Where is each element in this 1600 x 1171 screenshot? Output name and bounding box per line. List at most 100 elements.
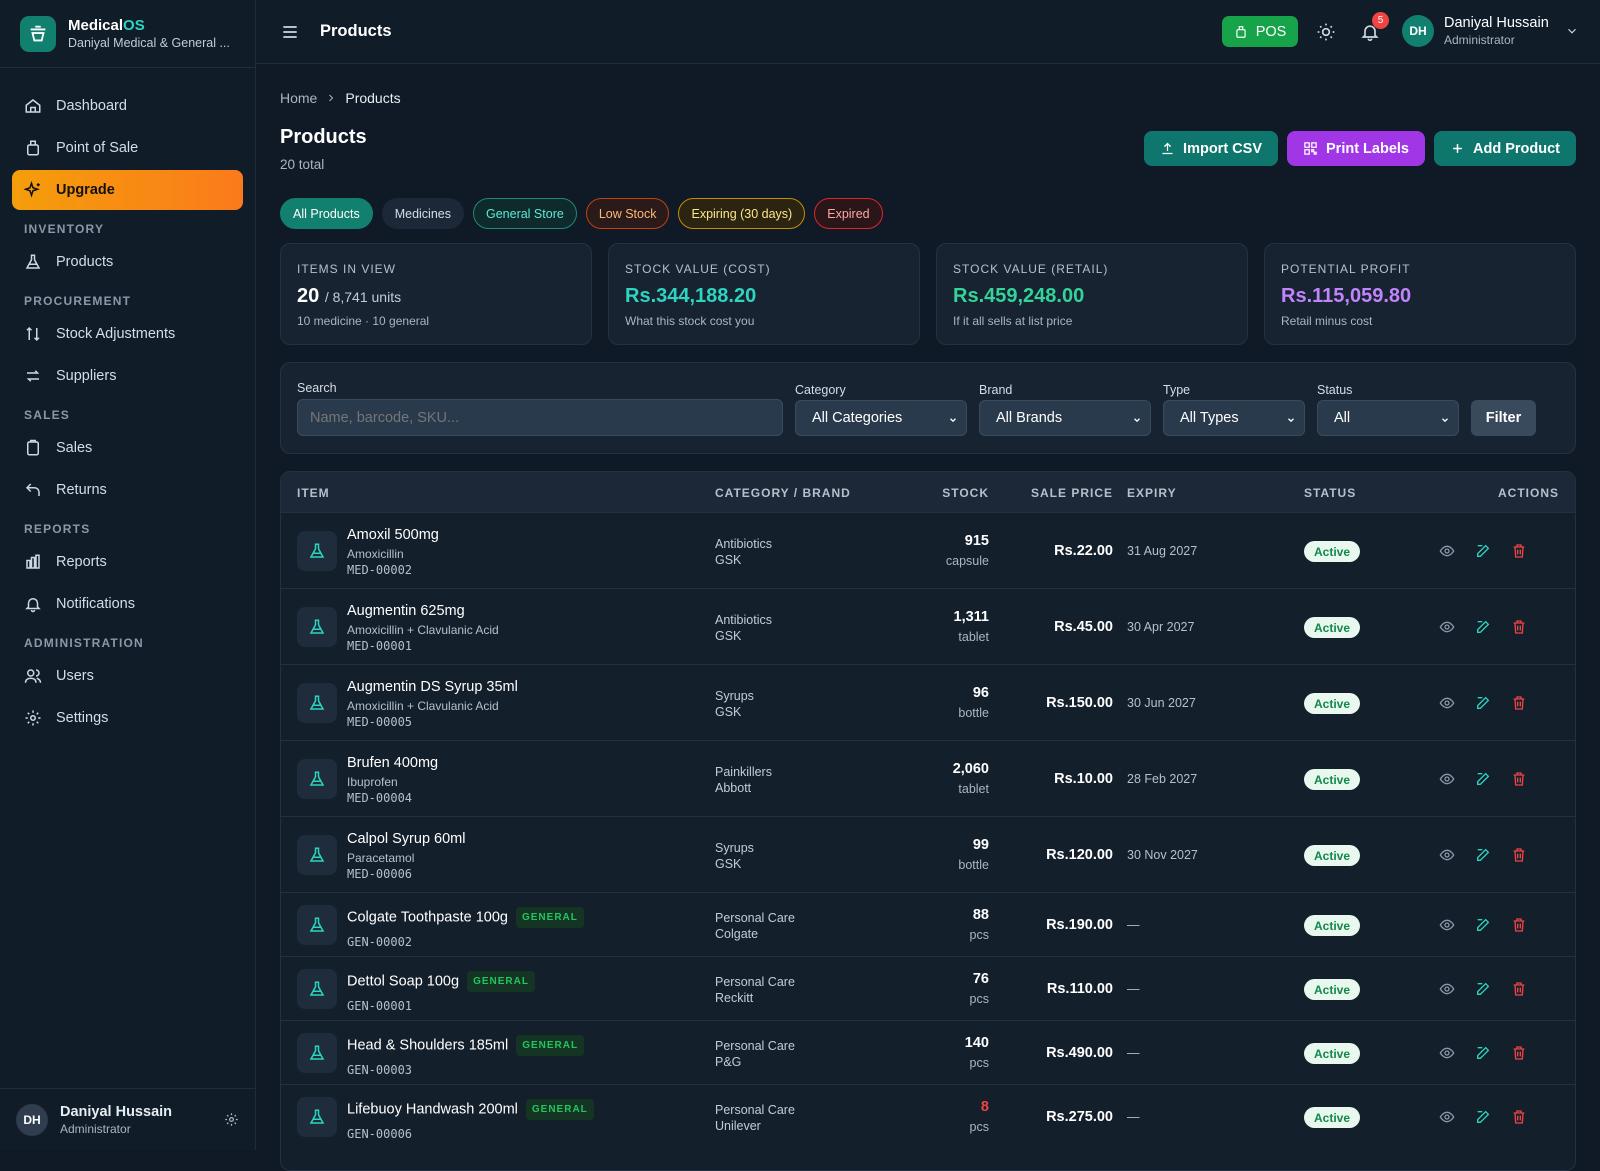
product-name[interactable]: Calpol Syrup 60ml bbox=[347, 831, 465, 847]
sidebar-item-users[interactable]: Users bbox=[12, 656, 243, 696]
trash-icon[interactable] bbox=[1511, 1045, 1527, 1061]
stock-unit: tablet bbox=[958, 630, 989, 644]
eye-icon[interactable] bbox=[1439, 1045, 1455, 1061]
sun-icon[interactable] bbox=[1316, 22, 1336, 42]
edit-icon[interactable] bbox=[1475, 619, 1491, 635]
trash-icon[interactable] bbox=[1511, 1109, 1527, 1125]
stock-unit: bottle bbox=[958, 706, 989, 720]
status-badge: Active bbox=[1304, 1043, 1361, 1064]
chip-low-stock[interactable]: Low Stock bbox=[585, 198, 670, 229]
sidebar-item-stock-adjustments[interactable]: Stock Adjustments bbox=[12, 314, 243, 354]
sidebar-item-notifications[interactable]: Notifications bbox=[12, 584, 243, 624]
trash-icon[interactable] bbox=[1511, 981, 1527, 997]
col-item[interactable]: ITEM bbox=[297, 486, 330, 500]
sidebar-user[interactable]: DH Daniyal Hussain Administrator bbox=[0, 1088, 255, 1150]
eye-icon[interactable] bbox=[1439, 619, 1455, 635]
edit-icon[interactable] bbox=[1475, 917, 1491, 933]
table-row[interactable]: Colgate Toothpaste 100g GENERAL GEN-00002 P… bbox=[281, 892, 1575, 956]
trash-icon[interactable] bbox=[1511, 917, 1527, 933]
expiry-date: 30 Nov 2027 bbox=[1127, 848, 1198, 862]
trash-icon[interactable] bbox=[1511, 619, 1527, 635]
eye-icon[interactable] bbox=[1439, 847, 1455, 863]
chip-medicines[interactable]: Medicines bbox=[381, 198, 464, 229]
sidebar-item-sales[interactable]: Sales bbox=[12, 428, 243, 468]
search-input[interactable] bbox=[297, 399, 783, 436]
edit-icon[interactable] bbox=[1475, 1109, 1491, 1125]
brand-header[interactable]: MedicalOS Daniyal Medical & General ... bbox=[0, 0, 255, 68]
sidebar-item-suppliers[interactable]: Suppliers bbox=[12, 356, 243, 396]
gear-icon[interactable] bbox=[224, 1112, 239, 1127]
sidebar-item-settings[interactable]: Settings bbox=[12, 698, 243, 738]
breadcrumb-home[interactable]: Home bbox=[280, 90, 317, 106]
chip-general-store[interactable]: General Store bbox=[472, 198, 577, 229]
edit-icon[interactable] bbox=[1475, 543, 1491, 559]
import-csv-button[interactable]: Import CSV bbox=[1144, 131, 1278, 166]
brand-select[interactable]: All Brands bbox=[979, 400, 1151, 436]
category: Syrups bbox=[715, 841, 754, 855]
product-name[interactable]: Amoxil 500mg bbox=[347, 527, 439, 543]
trash-icon[interactable] bbox=[1511, 847, 1527, 863]
table-row[interactable]: Augmentin DS Syrup 35ml Amoxicillin + Cla… bbox=[281, 664, 1575, 740]
status-select[interactable]: All bbox=[1317, 400, 1459, 436]
chip-all-products[interactable]: All Products bbox=[280, 198, 373, 229]
col-sale-price[interactable]: SALE PRICE bbox=[1031, 486, 1113, 500]
col-category-brand[interactable]: CATEGORY / BRAND bbox=[715, 486, 851, 500]
category-select[interactable]: All Categories bbox=[795, 400, 967, 436]
col-stock[interactable]: STOCK bbox=[942, 486, 989, 500]
category: Personal Care bbox=[715, 975, 795, 989]
table-row[interactable]: Head & Shoulders 185ml GENERAL GEN-00003 Pe… bbox=[281, 1020, 1575, 1084]
sidebar-item-upgrade[interactable]: Upgrade bbox=[12, 170, 243, 210]
table-row[interactable]: Amoxil 500mg Amoxicillin MED-00002 Antibiot… bbox=[281, 512, 1575, 588]
table-row[interactable]: Lifebuoy Handwash 200ml GENERAL GEN-00006 P… bbox=[281, 1084, 1575, 1148]
sidebar-item-products[interactable]: Products bbox=[12, 242, 243, 282]
chevron-down-icon bbox=[1567, 28, 1576, 34]
product-name[interactable]: Lifebuoy Handwash 200ml bbox=[347, 1101, 518, 1117]
expiry-date: — bbox=[1127, 1046, 1140, 1060]
sidebar-section-inventory: INVENTORY bbox=[24, 222, 105, 236]
sidebar-item-reports[interactable]: Reports bbox=[12, 542, 243, 582]
product-name[interactable]: Augmentin 625mg bbox=[347, 603, 465, 619]
table-row[interactable]: Augmentin 625mg Amoxicillin + Clavulanic … bbox=[281, 588, 1575, 664]
type-select[interactable]: All Types bbox=[1163, 400, 1305, 436]
sidebar-item-returns[interactable]: Returns bbox=[12, 470, 243, 510]
menu-icon[interactable] bbox=[280, 22, 300, 42]
product-name[interactable]: Augmentin DS Syrup 35ml bbox=[347, 679, 518, 695]
trash-icon[interactable] bbox=[1511, 543, 1527, 559]
arrows-updown-icon bbox=[26, 326, 40, 342]
eye-icon[interactable] bbox=[1439, 543, 1455, 559]
edit-icon[interactable] bbox=[1475, 695, 1491, 711]
filter-button[interactable]: Filter bbox=[1471, 400, 1536, 436]
print-labels-button[interactable]: Print Labels bbox=[1287, 131, 1425, 166]
eye-icon[interactable] bbox=[1439, 1109, 1455, 1125]
product-thumbnail bbox=[297, 683, 337, 723]
edit-icon[interactable] bbox=[1475, 1045, 1491, 1061]
table-row[interactable]: Calpol Syrup 60ml Paracetamol MED-00006 Syr… bbox=[281, 816, 1575, 892]
eye-icon[interactable] bbox=[1439, 695, 1455, 711]
eye-icon[interactable] bbox=[1439, 981, 1455, 997]
table-row[interactable]: Dettol Soap 100g GENERAL GEN-00001 Personal… bbox=[281, 956, 1575, 1020]
product-name[interactable]: Dettol Soap 100g bbox=[347, 973, 459, 989]
notifications-button[interactable]: 5 bbox=[1360, 12, 1389, 47]
sidebar-item-dashboard[interactable]: Dashboard bbox=[12, 86, 243, 126]
eye-icon[interactable] bbox=[1439, 917, 1455, 933]
expiry-date: — bbox=[1127, 1110, 1140, 1124]
stat-label: ITEMS IN VIEW bbox=[297, 262, 397, 276]
table-row[interactable]: Brufen 400mg Ibuprofen MED-00004 Painkiller… bbox=[281, 740, 1575, 816]
sidebar-item-point-of-sale[interactable]: Point of Sale bbox=[12, 128, 243, 168]
eye-icon[interactable] bbox=[1439, 771, 1455, 787]
product-name[interactable]: Head & Shoulders 185ml bbox=[347, 1037, 508, 1053]
chip-expiring[interactable]: Expiring (30 days) bbox=[678, 198, 806, 229]
pos-button[interactable]: POS bbox=[1222, 16, 1298, 47]
col-expiry[interactable]: EXPIRY bbox=[1127, 486, 1177, 500]
edit-icon[interactable] bbox=[1475, 847, 1491, 863]
edit-icon[interactable] bbox=[1475, 981, 1491, 997]
edit-icon[interactable] bbox=[1475, 771, 1491, 787]
chip-expired[interactable]: Expired bbox=[814, 198, 883, 229]
user-menu[interactable]: DH Daniyal Hussain Administrator bbox=[1402, 15, 1579, 47]
add-product-button[interactable]: Add Product bbox=[1434, 131, 1576, 166]
trash-icon[interactable] bbox=[1511, 771, 1527, 787]
product-name[interactable]: Brufen 400mg bbox=[347, 755, 438, 771]
trash-icon[interactable] bbox=[1511, 695, 1527, 711]
status-badge: Active bbox=[1304, 617, 1361, 638]
product-name[interactable]: Colgate Toothpaste 100g bbox=[347, 909, 508, 925]
